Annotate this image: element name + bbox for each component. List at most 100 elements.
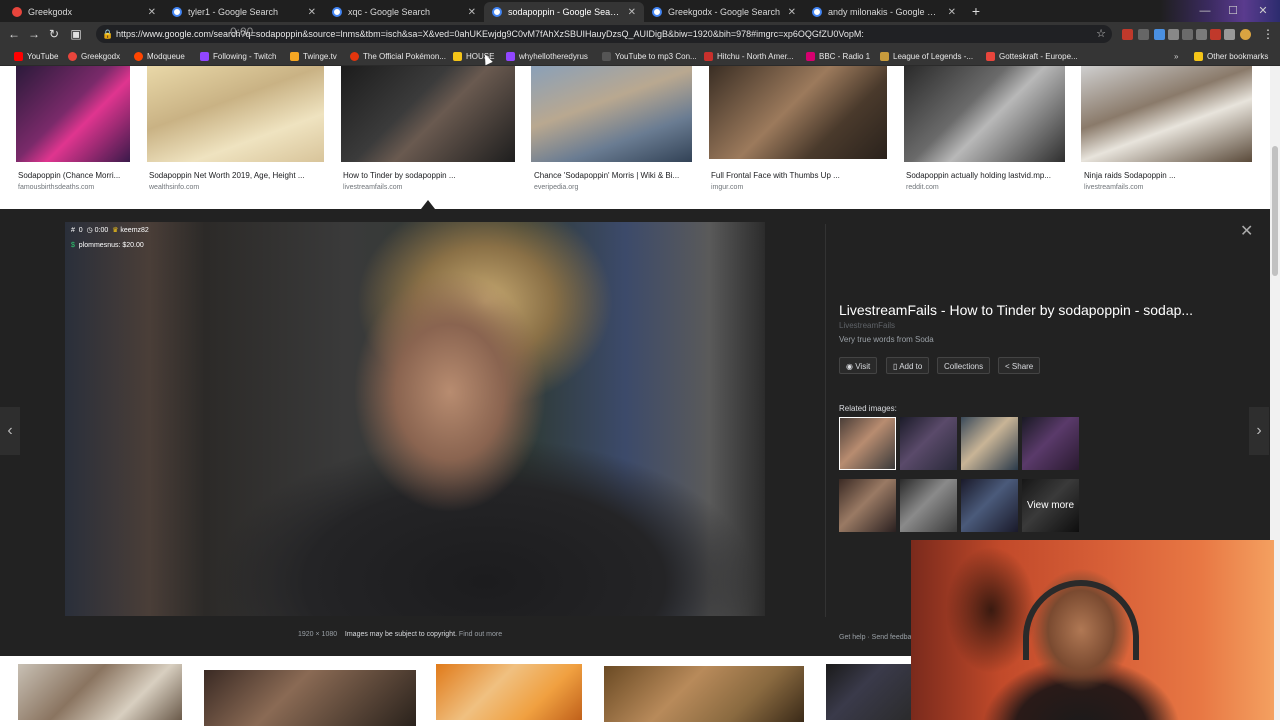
- bookmark-following-twitch[interactable]: Following - Twitch: [200, 50, 276, 62]
- related-image-thumbnail[interactable]: [839, 417, 896, 470]
- close-tab-icon[interactable]: ✕: [628, 7, 636, 18]
- bookmark-pokemon[interactable]: The Official Pokémon...: [350, 50, 446, 62]
- bookmark-label: whyhellotheredyrus: [519, 51, 588, 61]
- maximize-icon[interactable]: ☐: [1222, 0, 1244, 22]
- browser-toolbar: ← → ↻ ▣ 🔒 https://www.google.com/search?…: [0, 22, 1280, 47]
- result-thumbnail[interactable]: [904, 66, 1065, 162]
- collections-button[interactable]: Collections: [937, 357, 991, 374]
- extension-icon[interactable]: [1196, 29, 1207, 40]
- result-thumbnail[interactable]: [604, 666, 804, 722]
- overlay-donation: plommesnus: $20.00: [78, 242, 144, 249]
- result-thumbnail[interactable]: [341, 66, 515, 162]
- webcam-overlay: [911, 540, 1274, 720]
- view-more-button[interactable]: View more: [1022, 479, 1079, 532]
- tab-andy-milonakis[interactable]: andy milonakis - Google Search ✕: [804, 2, 964, 22]
- forward-icon[interactable]: →: [26, 26, 42, 42]
- close-window-icon[interactable]: ✕: [1252, 0, 1274, 22]
- extension-icon[interactable]: [1182, 29, 1193, 40]
- result-caption[interactable]: Full Frontal Face with Thumbs Up ...: [711, 171, 885, 180]
- tab-strip: Greekgodx ✕ tyler1 - Google Search ✕ xqc…: [0, 0, 1280, 22]
- result-source: livestreamfails.com: [343, 184, 403, 191]
- close-preview-icon[interactable]: ✕: [1240, 221, 1253, 241]
- result-thumbnail[interactable]: [16, 66, 130, 162]
- close-tab-icon[interactable]: ✕: [148, 7, 156, 18]
- menu-kebab-icon[interactable]: ⋮: [1260, 26, 1276, 42]
- result-caption[interactable]: Sodapoppin actually holding lastvid.mp..…: [906, 171, 1064, 180]
- next-image-button[interactable]: ›: [1249, 407, 1269, 455]
- result-thumbnail[interactable]: [1081, 66, 1252, 162]
- bookmark-league-of-legends[interactable]: League of Legends -...: [880, 50, 973, 62]
- bookmark-gotteskraft[interactable]: Gotteskraft - Europe...: [986, 50, 1078, 62]
- bookmarks-overflow-icon[interactable]: »: [1174, 50, 1178, 62]
- tab-sodapoppin[interactable]: sodapoppin - Google Search ✕: [484, 2, 644, 22]
- preview-title[interactable]: LivestreamFails - How to Tinder by sodap…: [839, 302, 1219, 318]
- result-thumbnail[interactable]: [826, 664, 916, 720]
- minimize-icon[interactable]: —: [1194, 0, 1216, 22]
- bookmark-bbc-radio1[interactable]: BBC - Radio 1: [806, 50, 870, 62]
- extension-icon[interactable]: [1168, 29, 1179, 40]
- related-image-thumbnail[interactable]: [839, 479, 896, 532]
- result-caption[interactable]: Sodapoppin (Chance Morri...: [18, 171, 130, 180]
- close-tab-icon[interactable]: ✕: [948, 7, 956, 18]
- scrollbar-thumb[interactable]: [1272, 146, 1278, 276]
- new-tab-button[interactable]: +: [968, 3, 984, 19]
- greekgodx-favicon-icon: [12, 7, 22, 17]
- extension-icon[interactable]: [1122, 29, 1133, 40]
- result-thumbnail[interactable]: [18, 664, 182, 720]
- bookmark-hitchu[interactable]: Hitchu - North Amer...: [704, 50, 793, 62]
- tab-greekgodx[interactable]: Greekgodx ✕: [4, 2, 164, 22]
- tab-tyler1[interactable]: tyler1 - Google Search ✕: [164, 2, 324, 22]
- find-out-more-link[interactable]: Find out more: [459, 631, 502, 638]
- extension-icon[interactable]: [1210, 29, 1221, 40]
- extension-icon[interactable]: [1154, 29, 1165, 40]
- bookmark-label: YouTube to mp3 Con...: [615, 51, 697, 61]
- add-to-button[interactable]: ▯ Add to: [886, 357, 930, 374]
- visit-label: Visit: [855, 362, 871, 371]
- result-thumbnail[interactable]: [531, 66, 692, 162]
- help-feedback-links[interactable]: Get help · Send feedback: [839, 634, 918, 641]
- related-image-thumbnail[interactable]: [900, 479, 957, 532]
- profile-avatar[interactable]: [1240, 29, 1251, 40]
- close-tab-icon[interactable]: ✕: [468, 7, 476, 18]
- image-results-top-row: Sodapoppin (Chance Morri... famousbirths…: [0, 66, 1270, 210]
- result-thumbnail[interactable]: [204, 670, 416, 726]
- google-favicon-icon: [492, 7, 502, 17]
- page-icon: [602, 51, 611, 61]
- back-icon[interactable]: ←: [6, 26, 22, 42]
- visit-button[interactable]: ◉ Visit: [839, 357, 878, 374]
- bookmark-whyhellotheredyrus[interactable]: whyhellotheredyrus: [506, 50, 588, 62]
- result-thumbnail[interactable]: [709, 66, 887, 159]
- result-caption[interactable]: How to Tinder by sodapoppin ...: [343, 171, 513, 180]
- tab-title: xqc - Google Search: [348, 7, 431, 17]
- extension-icon[interactable]: [1224, 29, 1235, 40]
- bookmark-other[interactable]: Other bookmarks: [1194, 50, 1268, 62]
- result-caption[interactable]: Ninja raids Sodapoppin ...: [1084, 171, 1250, 180]
- share-button[interactable]: < Share: [998, 357, 1041, 374]
- related-image-thumbnail[interactable]: [900, 417, 957, 470]
- result-thumbnail[interactable]: [147, 66, 324, 162]
- close-tab-icon[interactable]: ✕: [788, 7, 796, 18]
- bookmark-star-icon[interactable]: ☆: [1096, 25, 1106, 43]
- result-caption[interactable]: Sodapoppin Net Worth 2019, Age, Height .…: [149, 171, 321, 180]
- extension-icon[interactable]: [1138, 29, 1149, 40]
- related-image-thumbnail[interactable]: [1022, 417, 1079, 470]
- folder-icon: [1194, 51, 1203, 61]
- bookmark-icon: ▯: [893, 362, 898, 371]
- result-thumbnail[interactable]: [436, 664, 582, 720]
- tab-greekgodx-search[interactable]: Greekgodx - Google Search ✕: [644, 2, 804, 22]
- close-tab-icon[interactable]: ✕: [308, 7, 316, 18]
- bookmark-youtube-mp3[interactable]: YouTube to mp3 Con...: [602, 50, 697, 62]
- related-image-thumbnail[interactable]: [961, 417, 1018, 470]
- previous-image-button[interactable]: ‹: [0, 407, 20, 455]
- result-caption[interactable]: Chance 'Sodapoppin' Morris | Wiki & Bi..…: [534, 171, 690, 180]
- tab-xqc[interactable]: xqc - Google Search ✕: [324, 2, 484, 22]
- bookmark-twinge[interactable]: Twinge.tv: [290, 50, 337, 62]
- reload-icon[interactable]: ↻: [46, 26, 62, 42]
- bookmark-modqueue[interactable]: Modqueue: [134, 50, 185, 62]
- bookmark-youtube[interactable]: YouTube: [14, 50, 58, 62]
- preview-image[interactable]: # 0 ◷ 0:00 ♛ keemz82 $ plommesnus: $20.0…: [65, 222, 765, 616]
- related-image-thumbnail[interactable]: [961, 479, 1018, 532]
- bookmark-greekgodx[interactable]: Greekgodx: [68, 50, 120, 62]
- cast-icon[interactable]: ▣: [68, 26, 84, 42]
- bookmark-label: Gotteskraft - Europe...: [999, 51, 1078, 61]
